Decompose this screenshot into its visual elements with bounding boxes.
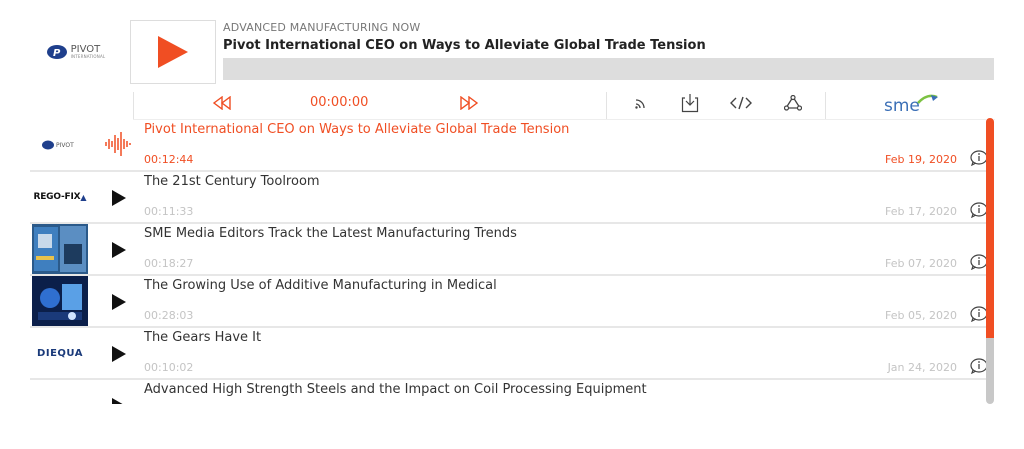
show-name: ADVANCED MANUFACTURING NOW <box>223 21 421 34</box>
fast-forward-icon[interactable] <box>460 96 478 110</box>
transport-controls <box>133 92 607 119</box>
episode-row[interactable]: The Growing Use of Additive Manufacturin… <box>30 276 993 328</box>
episode-duration: 00:12:44 <box>144 153 194 166</box>
podcast-logo: P PIVOT INTERNATIONAL <box>30 20 122 84</box>
thumb-text: DIEQUA <box>37 347 83 359</box>
episode-date: Feb 17, 2020 <box>885 205 957 218</box>
play-button[interactable] <box>130 20 216 84</box>
current-time: 00:00:00 <box>310 95 369 110</box>
episode-title: Pivot International CEO on Ways to Allev… <box>223 38 706 53</box>
swoosh-icon <box>916 94 938 104</box>
thumb-text: PIVOT <box>56 142 74 149</box>
episode-date: Feb 05, 2020 <box>885 309 957 322</box>
episode-thumbnail: REGO-FIX ▲ <box>33 192 87 202</box>
episode-thumbnail: DIEQUA <box>30 328 90 378</box>
progress-bar[interactable] <box>223 58 994 80</box>
episode-row[interactable]: DIEQUA The Gears Have It 00:10:02 Jan 24… <box>30 328 993 380</box>
brand-text: sme <box>884 96 920 116</box>
magazine-thumb-image <box>32 224 88 274</box>
play-icon[interactable] <box>112 190 126 206</box>
rss-icon[interactable] <box>630 93 652 113</box>
episode-row[interactable]: Advanced High Strength Steels and the Im… <box>30 380 993 404</box>
episode-title[interactable]: Advanced High Strength Steels and the Im… <box>144 382 647 397</box>
logo-subtext: INTERNATIONAL <box>70 54 106 59</box>
sme-logo[interactable]: sme <box>884 93 939 116</box>
thumb-text: REGO-FIX <box>33 192 81 202</box>
episode-title[interactable]: The Growing Use of Additive Manufacturin… <box>144 278 497 293</box>
episode-date: Feb 07, 2020 <box>885 257 957 270</box>
play-icon[interactable] <box>112 346 126 362</box>
scrollbar-thumb[interactable] <box>986 118 994 338</box>
rewind-icon[interactable] <box>213 96 231 110</box>
episode-row[interactable]: SME Media Editors Track the Latest Manuf… <box>30 224 993 276</box>
share-icon[interactable] <box>782 93 804 113</box>
episode-duration: 00:10:02 <box>144 361 194 374</box>
play-icon[interactable] <box>112 242 126 258</box>
episode-title[interactable]: The 21st Century Toolroom <box>144 174 320 189</box>
episode-date: Feb 19, 2020 <box>885 153 957 166</box>
episode-duration: 00:18:27 <box>144 257 194 270</box>
equalizer-icon <box>105 132 131 156</box>
episode-title[interactable]: SME Media Editors Track the Latest Manuf… <box>144 226 517 241</box>
episode-row[interactable]: PIVOT Pivot International CEO on Ways to… <box>30 120 993 172</box>
episode-thumbnail: PIVOT <box>30 120 90 170</box>
episode-thumbnail <box>30 224 90 274</box>
episode-duration: 00:11:33 <box>144 205 194 218</box>
episode-title[interactable]: Pivot International CEO on Ways to Allev… <box>144 122 569 137</box>
play-icon[interactable] <box>112 398 126 404</box>
svg-text:P: P <box>53 48 61 59</box>
episode-thumbnail <box>30 276 90 326</box>
embed-icon[interactable] <box>730 93 752 113</box>
pivot-logo-icon: P <box>46 45 67 59</box>
episode-thumbnail <box>30 380 90 404</box>
scrollbar-rest[interactable] <box>986 338 994 404</box>
episode-duration: 00:28:03 <box>144 309 194 322</box>
medical-thumb-image <box>32 276 88 326</box>
episode-date: Jan 24, 2020 <box>887 361 957 374</box>
episode-row[interactable]: REGO-FIX ▲ The 21st Century Toolroom 00:1… <box>30 172 993 224</box>
play-icon <box>158 36 188 68</box>
play-icon[interactable] <box>112 294 126 310</box>
download-icon[interactable] <box>679 93 701 113</box>
episode-title[interactable]: The Gears Have It <box>144 330 261 345</box>
